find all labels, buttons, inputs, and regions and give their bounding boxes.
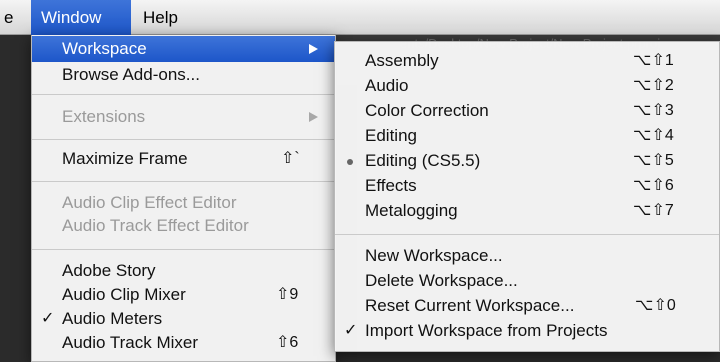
menu-item-label: Audio Track Mixer <box>62 333 199 352</box>
menu-item-audio-track-mixer[interactable]: Audio Track Mixer ⇧6 <box>32 330 335 356</box>
menu-bar-item-window[interactable]: Window <box>31 0 131 35</box>
menu-bar: e Window Help <box>0 0 720 35</box>
menu-item-shortcut: ⌥⇧7 <box>633 202 674 219</box>
menu-item-label: New Workspace... <box>365 246 503 265</box>
menu-item-new-workspace[interactable]: New Workspace... <box>335 243 719 269</box>
menu-item-maximize-frame[interactable]: Maximize Frame ⇧` <box>32 146 335 172</box>
workspace-item-editing-cs55[interactable]: Editing (CS5.5) ⌥⇧5 <box>335 148 719 174</box>
menu-item-label: Adobe Story <box>62 261 156 280</box>
menu-item-label: Extensions <box>62 107 146 126</box>
workspace-item-editing[interactable]: Editing ⌥⇧4 <box>335 123 719 149</box>
menu-item-browse-addons[interactable]: Browse Add-ons... <box>32 62 335 88</box>
menu-item-label: Metalogging <box>365 201 458 220</box>
menu-item-label: Reset Current Workspace... <box>365 296 575 315</box>
workspace-item-color-correction[interactable]: Color Correction ⌥⇧3 <box>335 98 719 124</box>
menu-item-label: Editing <box>365 126 417 145</box>
checkmark-icon: ✓ <box>344 322 358 339</box>
menu-separator <box>32 94 335 95</box>
workspace-item-metalogging[interactable]: Metalogging ⌥⇧7 <box>335 198 719 224</box>
menu-item-label: Maximize Frame <box>62 149 188 168</box>
menu-item-audio-meters[interactable]: ✓ Audio Meters <box>32 306 335 332</box>
menu-item-audio-clip-mixer[interactable]: Audio Clip Mixer ⇧9 <box>32 282 335 308</box>
menu-item-label: Audio <box>365 76 409 95</box>
menu-item-import-workspace-from-projects[interactable]: ✓ Import Workspace from Projects <box>335 318 719 344</box>
menu-item-delete-workspace[interactable]: Delete Workspace... <box>335 268 719 294</box>
menu-item-workspace[interactable]: Workspace <box>32 36 335 62</box>
submenu-arrow-icon <box>309 44 318 54</box>
menu-bar-item-edit[interactable]: e <box>4 0 13 35</box>
menu-item-label: Import Workspace from Projects <box>365 321 608 340</box>
menu-item-adobe-story[interactable]: Adobe Story <box>32 258 335 284</box>
menu-item-shortcut: ⌥⇧1 <box>633 52 674 69</box>
workspace-item-assembly[interactable]: Assembly ⌥⇧1 <box>335 48 719 74</box>
menu-item-shortcut: ⌥⇧5 <box>633 152 674 169</box>
menu-item-label: Color Correction <box>365 101 489 120</box>
menu-item-shortcut: ⌥⇧3 <box>633 102 674 119</box>
menu-item-shortcut: ⌥⇧0 <box>635 297 676 314</box>
menu-item-label: Workspace <box>62 39 147 58</box>
menu-item-shortcut: ⌥⇧6 <box>633 177 674 194</box>
menu-item-shortcut: ⌥⇧2 <box>633 77 674 94</box>
menu-separator <box>32 139 335 140</box>
checkmark-icon: ✓ <box>41 310 55 327</box>
window-menu: Workspace Browse Add-ons... Extensions M… <box>31 35 336 362</box>
menu-item-label: Audio Clip Mixer <box>62 285 186 304</box>
menu-item-shortcut: ⌥⇧4 <box>633 127 674 144</box>
workspace-item-audio[interactable]: Audio ⌥⇧2 <box>335 73 719 99</box>
menu-item-reset-current-workspace[interactable]: Reset Current Workspace... ⌥⇧0 <box>335 293 719 319</box>
menu-item-shortcut: ⇧` <box>281 150 300 167</box>
menu-item-label: Audio Meters <box>62 309 163 328</box>
current-workspace-dot-icon <box>347 159 353 165</box>
menu-item-shortcut: ⇧9 <box>276 286 299 303</box>
menu-item-label: Editing (CS5.5) <box>365 151 481 170</box>
menu-item-extensions: Extensions <box>32 104 335 130</box>
menu-separator <box>32 181 335 182</box>
menu-item-shortcut: ⇧6 <box>276 334 299 351</box>
menu-item-label: Assembly <box>365 51 439 70</box>
submenu-arrow-icon <box>309 112 318 122</box>
menu-item-label: Delete Workspace... <box>365 271 518 290</box>
menu-item-label: Effects <box>365 176 417 195</box>
menu-item-label: Audio Track Effect Editor <box>62 216 249 235</box>
menu-item-audio-track-effect-editor: Audio Track Effect Editor <box>32 213 335 239</box>
workspace-item-effects[interactable]: Effects ⌥⇧6 <box>335 173 719 199</box>
menu-item-label: Browse Add-ons... <box>62 65 200 84</box>
menu-separator <box>32 249 335 250</box>
workspace-submenu: Assembly ⌥⇧1 Audio ⌥⇧2 Color Correction … <box>334 41 720 352</box>
menu-separator <box>335 234 719 235</box>
menu-bar-item-help[interactable]: Help <box>143 0 178 35</box>
